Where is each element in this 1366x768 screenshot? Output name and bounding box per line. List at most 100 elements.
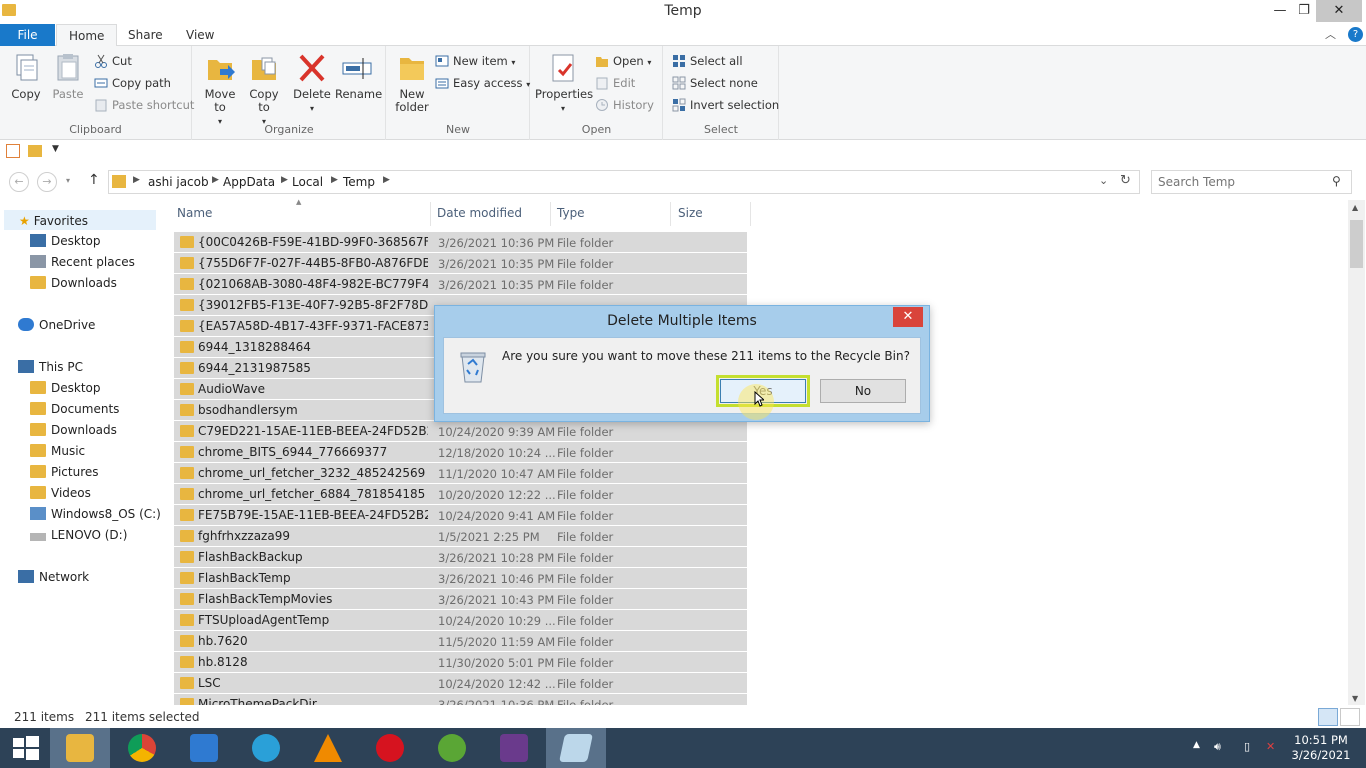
- breadcrumb-chevron-icon[interactable]: ▶: [133, 175, 140, 185]
- select-all-button[interactable]: Select all: [672, 52, 743, 70]
- clock[interactable]: 10:51 PM 3/26/2021: [1291, 733, 1351, 763]
- recent-locations-chevron-icon[interactable]: ▾: [66, 176, 70, 185]
- table-row[interactable]: FTSUploadAgentTemp 10/24/2020 10:29 ... Fi…: [174, 610, 747, 631]
- column-name[interactable]: Name: [177, 206, 212, 220]
- refresh-icon[interactable]: ↻: [1120, 173, 1131, 188]
- nav-videos[interactable]: Videos: [30, 483, 91, 503]
- cut-button[interactable]: Cut: [94, 52, 132, 70]
- customize-chevron-icon[interactable]: ▼: [52, 144, 59, 154]
- invert-selection-button[interactable]: Invert selection: [672, 96, 779, 114]
- properties-quick-icon[interactable]: [6, 144, 20, 158]
- breadcrumb-ashi-jacob[interactable]: ashi jacob: [148, 175, 209, 189]
- large-icons-view-icon[interactable]: [1340, 708, 1360, 726]
- nav-pictures[interactable]: Pictures: [30, 462, 99, 482]
- table-row[interactable]: FlashBackTempMovies 3/26/2021 10:43 PM Fil…: [174, 589, 747, 610]
- utorrent-taskbar-button[interactable]: [422, 728, 482, 768]
- teams-taskbar-button[interactable]: [484, 728, 544, 768]
- nav-pc-downloads[interactable]: Downloads: [30, 420, 117, 440]
- table-row[interactable]: {755D6F7F-027F-44B5-8FB0-A876FDB38F... 3/…: [174, 253, 747, 274]
- nav-documents[interactable]: Documents: [30, 399, 119, 419]
- chevron-up-icon[interactable]: ︿: [1325, 26, 1336, 42]
- table-row[interactable]: chrome_url_fetcher_6884_781854185 10/20/2…: [174, 484, 747, 505]
- breadcrumb-temp[interactable]: Temp: [343, 175, 375, 189]
- breadcrumb-local[interactable]: Local: [292, 175, 323, 189]
- address-bar[interactable]: ▶ ashi jacob ▶ AppData ▶ Local ▶ Temp ▶ …: [108, 170, 1140, 194]
- address-history-chevron-icon[interactable]: ⌄: [1099, 174, 1108, 187]
- help-icon[interactable]: ?: [1348, 27, 1363, 42]
- column-divider[interactable]: [550, 202, 551, 226]
- column-divider[interactable]: [750, 202, 751, 226]
- breadcrumb-chevron-icon[interactable]: ▶: [212, 175, 219, 185]
- table-row[interactable]: LSC 10/24/2020 12:42 ... File folder: [174, 673, 747, 694]
- new-item-button[interactable]: New item ▾: [435, 52, 515, 70]
- delete-button[interactable]: Delete ▾: [291, 52, 333, 115]
- copy-path-button[interactable]: Copy path: [94, 74, 171, 92]
- paste-button[interactable]: Paste: [48, 52, 88, 101]
- column-date-modified[interactable]: Date modified: [437, 206, 522, 220]
- nav-drive-d[interactable]: LENOVO (D:): [30, 525, 127, 545]
- table-row[interactable]: {00C0426B-F59E-41BD-99F0-368567F23C... 3/…: [174, 232, 747, 253]
- edge-taskbar-button[interactable]: [236, 728, 296, 768]
- vlc-taskbar-button[interactable]: [298, 728, 358, 768]
- scroll-down-arrow-icon[interactable]: ▼: [1352, 694, 1358, 703]
- dialog-close-button[interactable]: ✕: [893, 307, 923, 327]
- tab-home[interactable]: Home: [56, 24, 118, 47]
- back-arrow-icon[interactable]: ←: [9, 172, 29, 192]
- nav-onedrive[interactable]: OneDrive: [18, 315, 95, 335]
- maximize-button[interactable]: ❐: [1289, 0, 1319, 22]
- nav-music[interactable]: Music: [30, 441, 85, 461]
- paste-shortcut-button[interactable]: Paste shortcut: [94, 96, 194, 114]
- nav-recent-places[interactable]: Recent places: [30, 252, 135, 272]
- rename-button[interactable]: Rename: [335, 52, 382, 101]
- breadcrumb-chevron-icon[interactable]: ▶: [331, 175, 338, 185]
- column-type[interactable]: Type: [557, 206, 585, 220]
- network-disconnected-icon[interactable]: ✕: [1266, 740, 1275, 753]
- column-size[interactable]: Size: [678, 206, 703, 220]
- open-button[interactable]: Open ▾: [595, 52, 651, 70]
- search-input[interactable]: [1158, 172, 1328, 192]
- table-row[interactable]: MicroThemePackDir 3/26/2021 10:36 PM File …: [174, 694, 747, 705]
- scroll-up-arrow-icon[interactable]: ▲: [1352, 203, 1358, 212]
- scrollbar-thumb[interactable]: [1350, 220, 1363, 268]
- table-row[interactable]: FlashBackBackup 3/26/2021 10:28 PM File fo…: [174, 547, 747, 568]
- up-arrow-icon[interactable]: ↑: [88, 172, 100, 188]
- column-divider[interactable]: [430, 202, 431, 226]
- search-box[interactable]: ⚲: [1151, 170, 1352, 194]
- breadcrumb-chevron-icon[interactable]: ▶: [383, 175, 390, 185]
- vertical-scrollbar[interactable]: ▲ ▼: [1348, 200, 1365, 705]
- opera-taskbar-button[interactable]: [360, 728, 420, 768]
- select-none-button[interactable]: Select none: [672, 74, 758, 92]
- search-icon[interactable]: ⚲: [1332, 174, 1341, 188]
- edit-button[interactable]: Edit: [595, 74, 635, 92]
- properties-button[interactable]: Properties ▾: [535, 52, 593, 115]
- chrome-taskbar-button[interactable]: [112, 728, 172, 768]
- easy-access-button[interactable]: Easy access ▾: [435, 74, 530, 92]
- column-divider[interactable]: [670, 202, 671, 226]
- photos-taskbar-button[interactable]: [174, 728, 234, 768]
- copy-button[interactable]: Copy: [6, 52, 46, 101]
- copy-to-button[interactable]: Copy to ▾: [243, 52, 285, 128]
- volume-icon[interactable]: 🔊︎: [1214, 740, 1221, 754]
- tab-file[interactable]: File: [0, 24, 55, 46]
- table-row[interactable]: FE75B79E-15AE-11EB-BEEA-24FD52B25C4D 10/2…: [174, 505, 747, 526]
- nav-desktop[interactable]: Desktop: [30, 231, 101, 251]
- nav-pc-desktop[interactable]: Desktop: [30, 378, 101, 398]
- table-row[interactable]: chrome_url_fetcher_3232_485242569 11/1/20…: [174, 463, 747, 484]
- battery-icon[interactable]: ▯: [1244, 740, 1250, 753]
- notes-taskbar-button[interactable]: [546, 728, 606, 768]
- table-row[interactable]: chrome_BITS_6944_776669377 12/18/2020 10:…: [174, 442, 747, 463]
- nav-network[interactable]: Network: [18, 567, 89, 587]
- table-row[interactable]: C79ED221-15AE-11EB-BEEA-24FD52B25C... 10/…: [174, 421, 747, 442]
- file-explorer-taskbar-button[interactable]: [50, 728, 110, 768]
- tray-overflow-chevron-icon[interactable]: ▲: [1193, 740, 1200, 750]
- close-button[interactable]: ✕: [1316, 0, 1362, 22]
- table-row[interactable]: fghfrhxzzaza99 1/5/2021 2:25 PM File folde…: [174, 526, 747, 547]
- table-row[interactable]: FlashBackTemp 3/26/2021 10:46 PM File fold…: [174, 568, 747, 589]
- new-folder-quick-icon[interactable]: [28, 145, 42, 157]
- table-row[interactable]: hb.8128 11/30/2020 5:01 PM File folder: [174, 652, 747, 673]
- details-view-icon[interactable]: [1318, 708, 1338, 726]
- nav-favorites[interactable]: ★ Favorites: [4, 210, 156, 230]
- new-folder-button[interactable]: New folder: [391, 52, 433, 114]
- nav-this-pc[interactable]: This PC: [18, 357, 83, 377]
- table-row[interactable]: {021068AB-3080-48F4-982E-BC779F447F... 3/…: [174, 274, 747, 295]
